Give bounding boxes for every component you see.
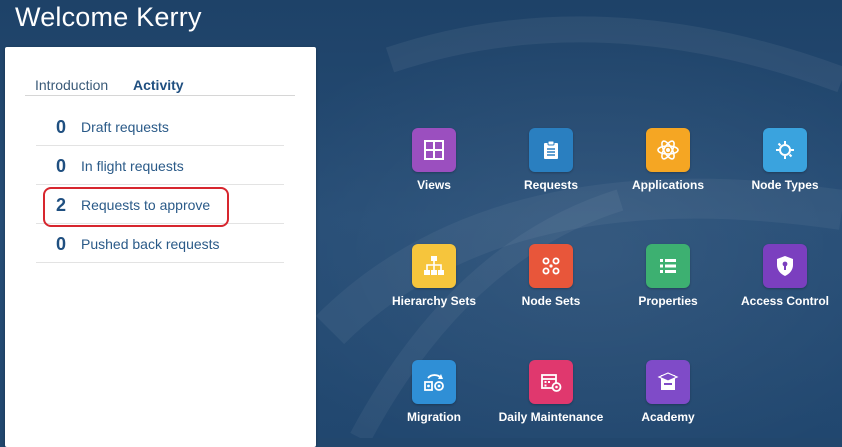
activity-panel: Introduction Activity 0 Draft requests 0… — [5, 47, 316, 447]
tile-access-control[interactable]: Access Control — [715, 244, 842, 308]
panel-tabs: Introduction Activity — [25, 77, 295, 96]
tile-label: Access Control — [740, 294, 830, 308]
tab-activity[interactable]: Activity — [133, 77, 184, 93]
activity-label[interactable]: Draft requests — [81, 119, 169, 135]
activity-count: 0 — [56, 156, 67, 176]
activity-count: 0 — [56, 117, 67, 137]
tile-node-types[interactable]: Node Types — [715, 128, 842, 192]
activity-label[interactable]: Pushed back requests — [81, 236, 220, 252]
tile-label: Node Types — [751, 178, 819, 192]
tab-introduction[interactable]: Introduction — [35, 77, 108, 93]
atom-icon — [646, 128, 690, 172]
grid-icon — [412, 128, 456, 172]
shield-lock-icon — [763, 244, 807, 288]
activity-label[interactable]: Requests to approve — [81, 197, 210, 213]
activity-label[interactable]: In flight requests — [81, 158, 184, 174]
node-set-icon — [529, 244, 573, 288]
migration-icon — [412, 360, 456, 404]
list-icon — [646, 244, 690, 288]
activity-item-to-approve[interactable]: 2 Requests to approve — [36, 185, 284, 224]
page-title: Welcome Kerry — [15, 2, 202, 32]
activity-item-pushed-back[interactable]: 0 Pushed back requests — [36, 224, 284, 263]
hierarchy-icon — [412, 244, 456, 288]
gear-node-icon — [763, 128, 807, 172]
activity-count: 0 — [56, 234, 67, 254]
calendar-gear-icon — [529, 360, 573, 404]
clipboard-icon — [529, 128, 573, 172]
activity-item-in-flight[interactable]: 0 In flight requests — [36, 146, 284, 185]
activity-count: 2 — [56, 195, 67, 215]
activity-list: 0 Draft requests 0 In flight requests 2 … — [36, 107, 284, 263]
tile-academy[interactable]: Academy — [598, 360, 738, 424]
academy-icon — [646, 360, 690, 404]
tile-label: Academy — [641, 410, 695, 424]
activity-item-draft[interactable]: 0 Draft requests — [36, 107, 284, 146]
